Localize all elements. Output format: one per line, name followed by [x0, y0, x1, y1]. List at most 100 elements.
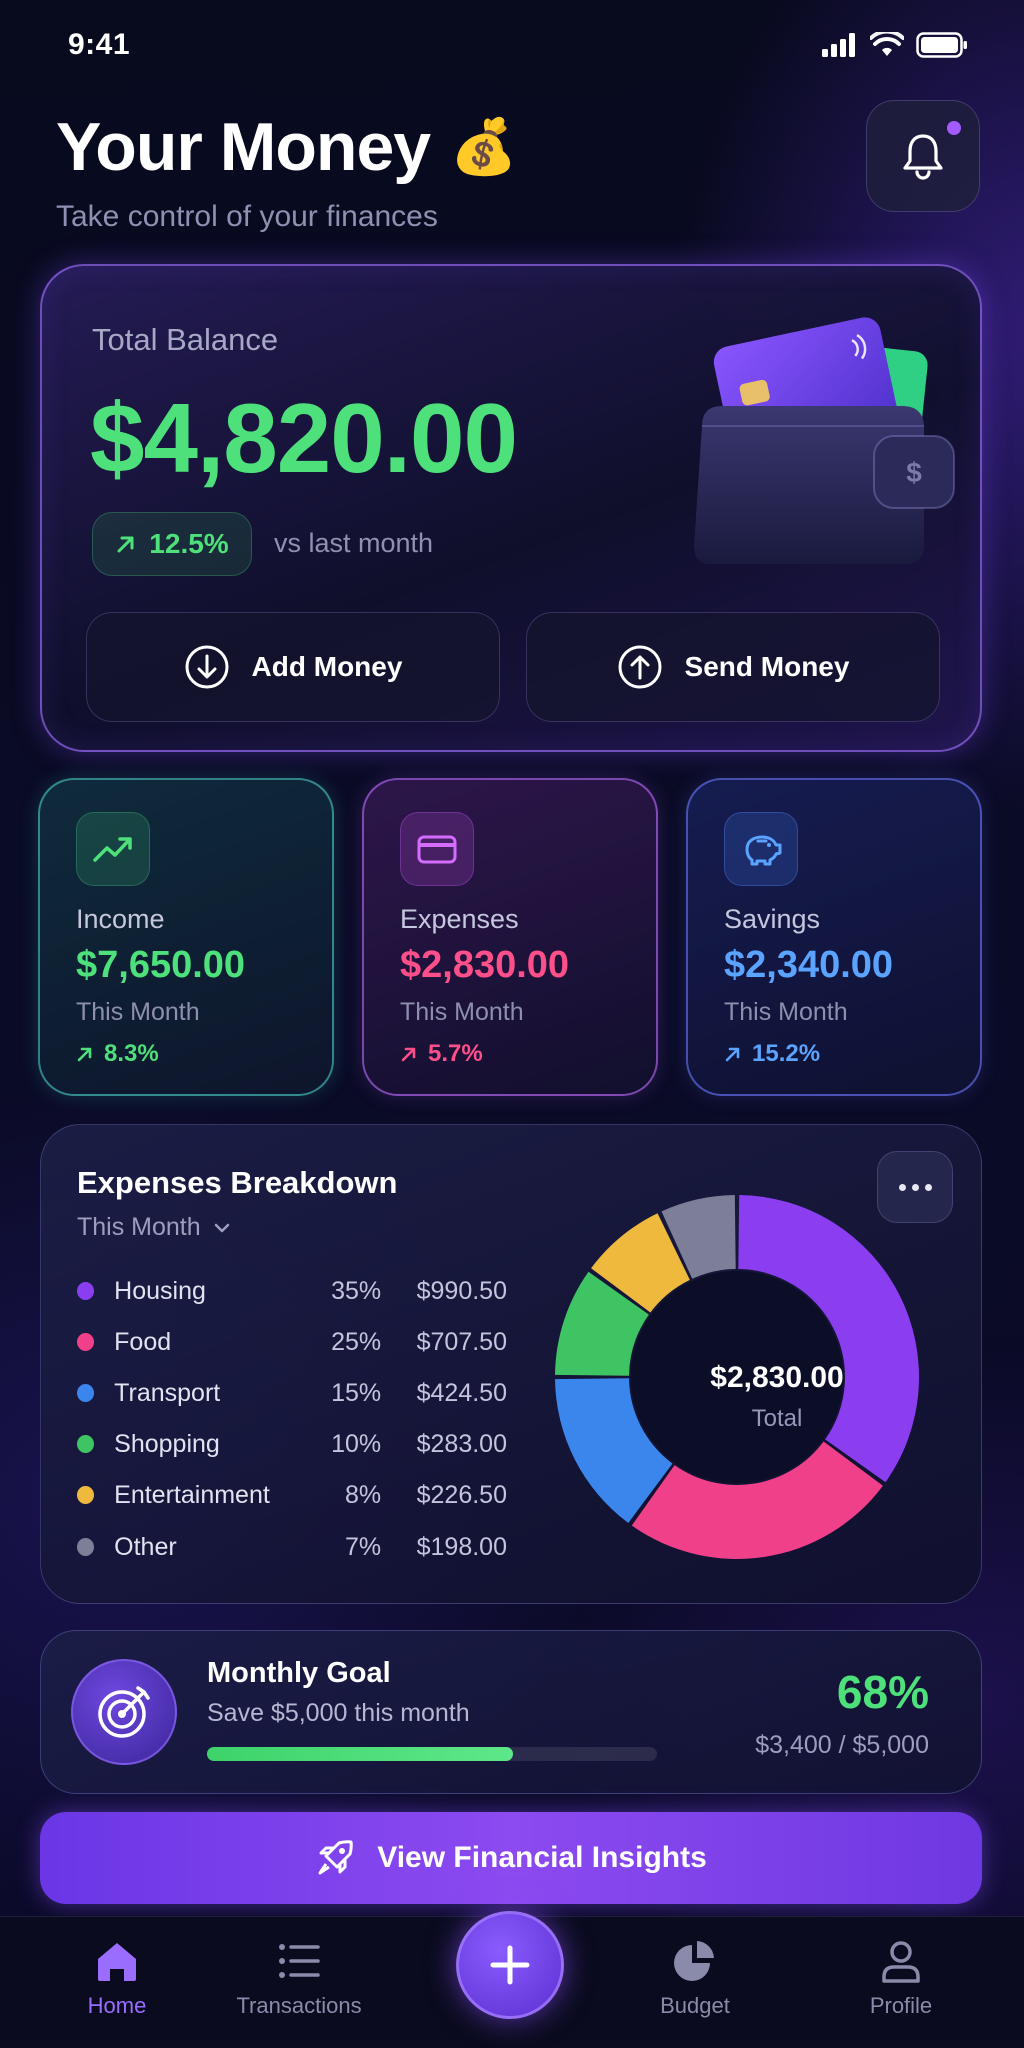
period-dropdown[interactable]: This Month	[77, 1213, 231, 1242]
expenses-value: $2,830.00	[400, 944, 570, 986]
category-name: Other	[114, 1532, 177, 1561]
category-name: Shopping	[114, 1429, 220, 1458]
period-dropdown-label: This Month	[77, 1213, 201, 1241]
arrow-up-circle-icon	[618, 645, 662, 689]
chevron-down-icon	[214, 1223, 229, 1232]
expenses-card[interactable]: Expenses $2,830.00 This Month 5.7%	[362, 778, 658, 1096]
balance-change-value: 12.5%	[149, 528, 229, 559]
tab-home[interactable]: Home	[32, 1939, 202, 2019]
wifi-icon	[870, 32, 904, 56]
category-row: Other 7% $198.00	[77, 1527, 507, 1567]
goal-percent: 68%	[836, 1666, 929, 1718]
category-row: Housing 35% $990.50	[77, 1271, 507, 1311]
goal-progress-bar	[207, 1747, 657, 1761]
goal-progress-text: $3,400 / $5,000	[755, 1731, 929, 1759]
notification-dot	[947, 121, 961, 135]
income-label: Income	[76, 904, 165, 934]
target-icon	[71, 1659, 177, 1765]
category-dot	[77, 1384, 95, 1402]
arrow-up-right-icon	[77, 1047, 92, 1062]
category-row: Transport 15% $424.50	[77, 1373, 507, 1413]
category-row: Food 25% $707.50	[77, 1322, 507, 1362]
expenses-breakdown-card: Expenses Breakdown This Month Housing 35…	[40, 1124, 982, 1604]
page-title: Your Money	[56, 109, 431, 185]
category-percent: 15%	[331, 1378, 382, 1407]
add-transaction-button[interactable]	[456, 1911, 564, 2019]
send-money-label: Send Money	[684, 651, 850, 682]
card-icon	[400, 812, 474, 886]
status-icons	[822, 32, 968, 58]
notifications-button[interactable]	[866, 100, 980, 212]
page-header: Your Money 💰	[56, 108, 517, 186]
category-dot	[77, 1538, 95, 1556]
more-icon	[898, 1183, 906, 1191]
view-insights-button[interactable]: View Financial Insights	[40, 1812, 982, 1904]
arrow-up-right-icon	[117, 536, 134, 553]
category-name: Food	[114, 1327, 172, 1356]
plus-icon	[490, 1945, 530, 1985]
list-icon	[279, 1944, 320, 1978]
category-dot	[77, 1333, 95, 1351]
rocket-icon	[318, 1840, 353, 1875]
status-time: 9:41	[68, 28, 131, 61]
tab-home-label: Home	[87, 1993, 147, 2018]
category-percent: 25%	[331, 1327, 382, 1356]
send-money-button[interactable]: Send Money	[526, 612, 940, 722]
balance-change-badge: 12.5%	[92, 512, 252, 576]
category-percent: 10%	[331, 1429, 382, 1458]
category-amount: $424.50	[416, 1378, 507, 1407]
goal-title: Monthly Goal	[207, 1657, 391, 1689]
category-dot	[77, 1282, 95, 1300]
user-icon	[882, 1941, 920, 1983]
savings-card[interactable]: Savings $2,340.00 This Month 15.2%	[686, 778, 982, 1096]
tab-profile[interactable]: Profile	[816, 1939, 986, 2019]
tab-budget[interactable]: Budget	[610, 1939, 780, 2019]
category-dot	[77, 1435, 95, 1453]
expenses-change-value: 5.7%	[428, 1040, 483, 1067]
category-percent: 35%	[331, 1276, 382, 1305]
arrow-up-right-icon	[725, 1047, 740, 1062]
savings-label: Savings	[724, 904, 821, 934]
tab-profile-label: Profile	[869, 1993, 933, 2018]
category-amount: $283.00	[416, 1429, 507, 1458]
savings-change: 15.2%	[724, 1040, 820, 1068]
category-row: Entertainment 8% $226.50	[77, 1475, 507, 1515]
income-value: $7,650.00	[76, 944, 246, 986]
expenses-label: Expenses	[400, 904, 519, 934]
tab-budget-label: Budget	[660, 1993, 730, 2018]
arrow-down-circle-icon	[185, 645, 229, 689]
balance-card: Total Balance $4,820.00 12.5% vs last mo…	[40, 264, 982, 752]
income-change: 8.3%	[76, 1040, 159, 1068]
category-row: Shopping 10% $283.00	[77, 1424, 507, 1464]
pie-chart-icon	[674, 1941, 714, 1981]
breakdown-title: Expenses Breakdown	[77, 1165, 398, 1200]
savings-value: $2,340.00	[724, 944, 894, 986]
goal-progress-fill	[207, 1747, 513, 1761]
view-insights-label: View Financial Insights	[377, 1841, 707, 1874]
category-name: Transport	[114, 1378, 221, 1407]
bottom-tab-bar: Home Transactions Budget Profile	[0, 1911, 1024, 2048]
add-money-label: Add Money	[251, 651, 403, 682]
income-card[interactable]: Income $7,650.00 This Month 8.3%	[38, 778, 334, 1096]
piggy-bank-icon	[724, 812, 798, 886]
add-money-button[interactable]: Add Money	[86, 612, 500, 722]
bell-icon	[903, 134, 943, 180]
monthly-goal-card[interactable]: Monthly Goal Save $5,000 this month 68% …	[40, 1630, 982, 1794]
category-dot	[77, 1486, 95, 1504]
category-percent: 8%	[345, 1480, 382, 1509]
category-amount: $198.00	[416, 1532, 507, 1561]
category-name: Housing	[114, 1276, 206, 1305]
balance-label: Total Balance	[92, 322, 279, 357]
money-bag-icon: 💰	[450, 117, 518, 177]
category-amount: $990.50	[416, 1276, 507, 1305]
balance-change-note: vs last month	[274, 528, 434, 558]
expenses-change: 5.7%	[400, 1040, 483, 1068]
wallet-illustration: $	[694, 317, 955, 564]
svg-text:$: $	[906, 457, 922, 488]
savings-period: This Month	[724, 998, 848, 1026]
category-percent: 7%	[345, 1532, 382, 1561]
tab-transactions[interactable]: Transactions	[214, 1939, 384, 2019]
category-amount: $226.50	[416, 1480, 507, 1509]
donut-total-value: $2,830.00	[710, 1361, 844, 1394]
savings-change-value: 15.2%	[752, 1040, 821, 1067]
